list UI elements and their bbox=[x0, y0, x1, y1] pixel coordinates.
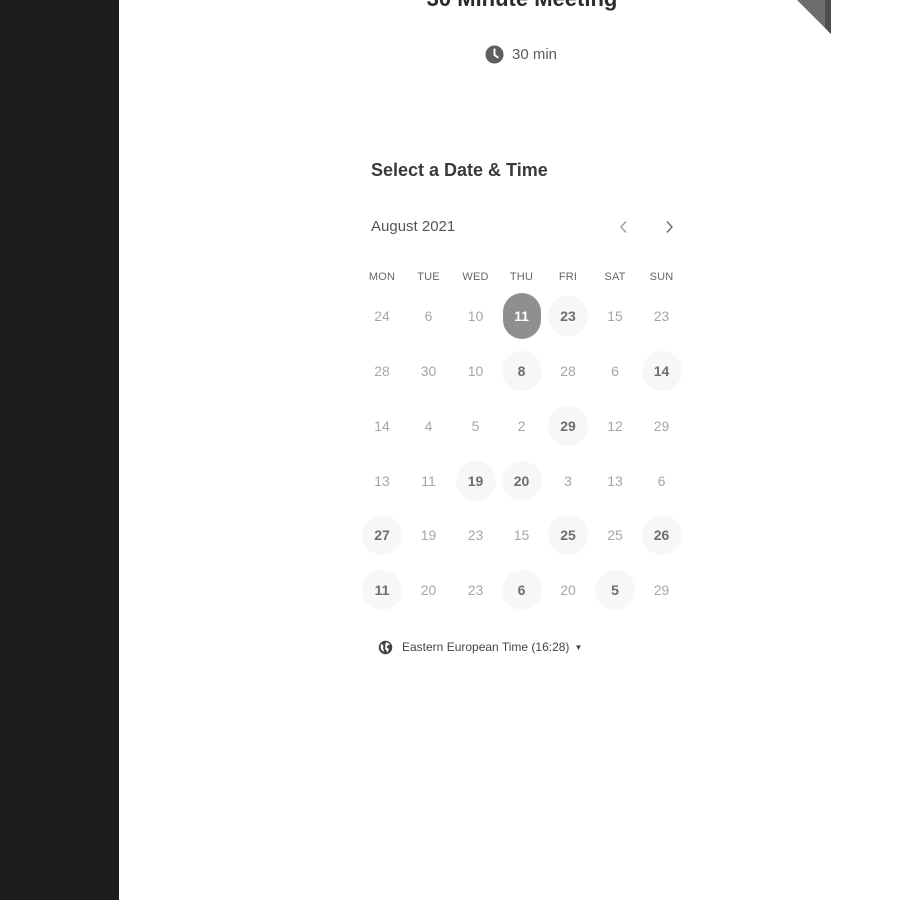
calendar-day-available[interactable]: 26 bbox=[641, 515, 682, 555]
calendar-day: 23 bbox=[467, 527, 484, 543]
calendar-day-available[interactable]: 5 bbox=[595, 570, 635, 610]
calendar-day-available[interactable]: 11 bbox=[362, 570, 402, 610]
weekday-sat: SAT bbox=[604, 271, 626, 283]
calendar-day: 6 bbox=[611, 363, 619, 379]
weekday-thu: THU bbox=[509, 271, 534, 283]
timezone-label: Eastern European Time (16:28) bbox=[402, 640, 570, 654]
sidebar-panel bbox=[0, 0, 119, 900]
calendar-day-available[interactable]: 20 bbox=[501, 460, 542, 501]
calendar-day: 13 bbox=[374, 472, 390, 489]
calendar-day: 10 bbox=[467, 363, 484, 379]
calendar-day: 29 bbox=[653, 582, 670, 598]
chevron-left-icon bbox=[620, 221, 627, 233]
calendar-day: 11 bbox=[421, 472, 436, 489]
calendar-day-available[interactable]: 29 bbox=[548, 405, 588, 446]
calendar-day: 13 bbox=[607, 472, 623, 489]
calendar-day-available[interactable]: 25 bbox=[548, 515, 588, 555]
globe-icon bbox=[378, 640, 393, 654]
weekday-wed: WED bbox=[462, 271, 489, 283]
calendar-day: 25 bbox=[607, 527, 623, 543]
calendar-day: 23 bbox=[467, 582, 484, 598]
timezone-selector[interactable]: Eastern European Time (16:28) ▼ bbox=[378, 637, 582, 657]
calendar-day-available[interactable]: 14 bbox=[641, 351, 682, 391]
weekday-sun: SUN bbox=[649, 271, 674, 283]
weekday-fri: FRI bbox=[558, 271, 578, 283]
calendar-day-available[interactable]: 19 bbox=[455, 460, 496, 501]
calendar-day: 28 bbox=[560, 363, 576, 379]
calendar-day: 2 bbox=[517, 417, 526, 434]
calendar-day-available[interactable]: 23 bbox=[548, 296, 588, 336]
calendar-day: 23 bbox=[653, 308, 670, 324]
next-month-button[interactable] bbox=[657, 215, 681, 239]
calendar-day: 4 bbox=[424, 417, 433, 434]
calendar-day-selected[interactable]: 11 bbox=[502, 293, 541, 339]
calendar-day: 28 bbox=[374, 363, 390, 379]
calendar-day-available[interactable]: 27 bbox=[362, 515, 402, 555]
month-label: August 2021 bbox=[371, 218, 456, 235]
calendar-day-available[interactable]: 8 bbox=[501, 351, 542, 391]
weekday-mon: MON bbox=[368, 271, 396, 283]
calendar-day: 20 bbox=[560, 582, 576, 598]
corner-ribbon[interactable] bbox=[797, 0, 831, 34]
calendar-day-available[interactable]: 6 bbox=[501, 570, 542, 610]
calendar-day: 14 bbox=[374, 417, 390, 434]
calendar-day: 12 bbox=[607, 417, 623, 434]
duration-label: 30 min bbox=[512, 45, 558, 63]
calendar-day: 3 bbox=[564, 472, 572, 489]
calendar-day: 6 bbox=[424, 308, 433, 324]
calendar-day: 19 bbox=[420, 527, 437, 543]
scheduling-panel bbox=[119, 0, 900, 900]
calendar-heading: Select a Date & Time bbox=[371, 160, 548, 180]
calendar-day: 30 bbox=[420, 363, 437, 379]
chevron-right-icon bbox=[666, 221, 673, 233]
caret-down-icon: ▼ bbox=[574, 642, 583, 652]
calendar-day: 5 bbox=[471, 417, 480, 434]
calendar-day: 15 bbox=[513, 527, 530, 543]
weekday-tue: TUE bbox=[417, 271, 440, 283]
event-title: 30 Minute Meeting bbox=[372, 0, 672, 12]
calendar-day: 20 bbox=[420, 582, 437, 598]
calendar-day: 15 bbox=[607, 308, 623, 324]
prev-month-button[interactable] bbox=[612, 215, 636, 239]
clock-icon bbox=[485, 44, 504, 64]
calendar-day: 6 bbox=[657, 472, 666, 489]
calendar-day: 24 bbox=[374, 308, 390, 324]
event-duration: 30 min bbox=[485, 43, 557, 65]
calendar-day: 29 bbox=[653, 417, 670, 434]
calendar-day: 10 bbox=[467, 308, 484, 324]
